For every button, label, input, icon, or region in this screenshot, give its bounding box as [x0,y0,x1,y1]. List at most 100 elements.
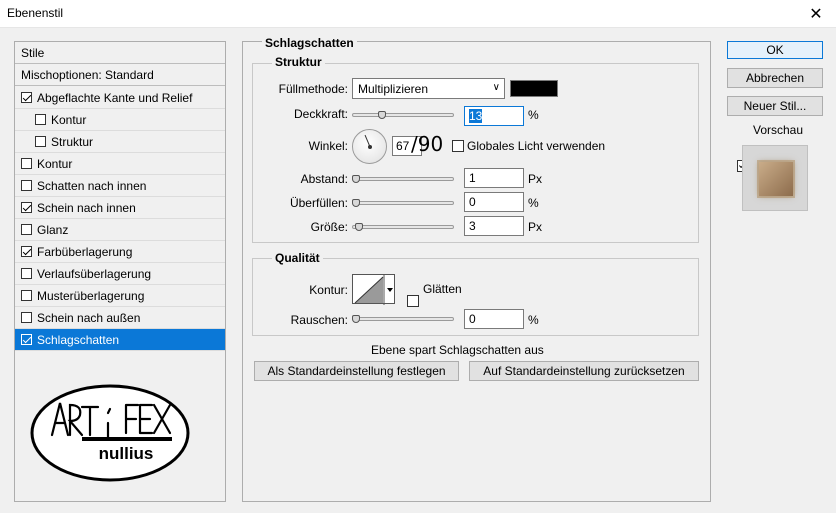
noise-unit: % [528,313,539,327]
sidebar-item-gradient-overlay[interactable]: Verlaufsüberlagerung [15,263,225,285]
sidebar-item-drop-shadow[interactable]: Schlagschatten [15,329,225,351]
sidebar-item-label: Kontur [51,112,87,127]
blend-mode-label: Füllmethode: [278,82,348,96]
new-style-button[interactable]: Neuer Stil... [727,96,823,116]
distance-label: Abstand: [300,172,348,186]
sidebar-item-label: Glanz [37,222,69,237]
angle-overlay-text: /90 [411,132,444,156]
styles-header-label: Stile [21,45,45,60]
size-slider-thumb[interactable] [355,223,363,231]
angle-value: 67 [396,139,410,153]
style-preview [742,145,808,211]
shadow-color-swatch[interactable] [510,80,558,97]
sidebar-item-label: Schein nach innen [37,200,136,215]
spread-slider-thumb[interactable] [352,199,360,207]
checkbox-contour-sub[interactable] [35,114,46,125]
noise-value: 0 [469,312,476,326]
artifex-logo: nullius [30,383,190,483]
sidebar-item-stroke[interactable]: Kontur [15,153,225,175]
checkbox-color-overlay[interactable] [21,246,32,257]
sidebar-item-inner-glow[interactable]: Schein nach innen [15,197,225,219]
antialias-checkbox[interactable] [407,295,419,307]
size-input[interactable]: 3 [464,216,524,236]
angle-label: Winkel: [308,139,348,153]
sidebar-item-label: Farbüberlagerung [37,244,133,259]
size-value: 3 [469,219,476,233]
sidebar-item-outer-glow[interactable]: Schein nach außen [15,307,225,329]
noise-slider-track[interactable] [352,317,454,321]
cancel-button[interactable]: Abbrechen [727,68,823,88]
quality-title: Qualität [272,251,323,265]
distance-input[interactable]: 1 [464,168,524,188]
close-icon[interactable]: ✕ [796,0,836,28]
checkbox-gradient-overlay[interactable] [21,268,32,279]
spread-unit: % [528,196,539,210]
opacity-slider-thumb[interactable] [378,111,386,119]
reset-default-button[interactable]: Auf Standardeinstellung zurücksetzen [469,361,699,381]
blend-mode-value: Multiplizieren [358,82,429,96]
angle-dial[interactable] [352,129,387,164]
distance-value: 1 [469,171,476,185]
sidebar-item-bevel-emboss[interactable]: Abgeflachte Kante und Relief [15,87,225,109]
sidebar-item-label: Verlaufsüberlagerung [37,266,152,281]
size-unit: Px [528,220,543,234]
checkbox-inner-shadow[interactable] [21,180,32,191]
checkbox-outer-glow[interactable] [21,312,32,323]
contour-curve-icon [354,275,393,305]
opacity-label: Deckkraft: [293,107,348,121]
checkbox-drop-shadow[interactable] [21,334,32,345]
checkbox-bevel-emboss[interactable] [21,92,32,103]
sidebar-item-label: Kontur [37,156,73,171]
blend-mode-select[interactable]: Multiplizieren ∨ [352,78,505,99]
distance-slider-track[interactable] [352,177,454,181]
contour-picker[interactable] [352,274,395,305]
sidebar-item-pattern-overlay[interactable]: Musterüberlagerung [15,285,225,307]
checkbox-stroke[interactable] [21,158,32,169]
styles-header[interactable]: Stile [15,42,225,64]
blend-options-item[interactable]: Mischoptionen: Standard [15,64,225,86]
spread-slider-track[interactable] [352,201,454,205]
svg-text:nullius: nullius [99,444,154,463]
sidebar-item-label: Schein nach außen [37,310,141,325]
opacity-input[interactable]: 13 [464,106,524,126]
antialias-label: Glätten [423,282,462,296]
sidebar-item-label: Abgeflachte Kante und Relief [37,90,193,105]
distance-unit: Px [528,172,543,186]
checkbox-texture-sub[interactable] [35,136,46,147]
knockout-label: Ebene spart Schlagschatten aus [371,343,544,357]
noise-input[interactable]: 0 [464,309,524,329]
sidebar-item-label: Struktur [51,134,94,149]
spread-input[interactable]: 0 [464,192,524,212]
structure-title: Struktur [272,55,325,69]
preview-label: Vorschau [753,123,804,137]
title-bar [0,0,836,28]
make-default-button[interactable]: Als Standardeinstellung festlegen [254,361,459,381]
spread-value: 0 [469,195,476,209]
opacity-value: 13 [469,109,483,123]
sidebar-item-inner-shadow[interactable]: Schatten nach innen [15,175,225,197]
spread-label: Überfüllen: [289,196,348,210]
size-label: Größe: [310,220,348,234]
distance-slider-thumb[interactable] [352,175,360,183]
ok-button[interactable]: OK [727,41,823,59]
opacity-unit: % [528,108,539,122]
sidebar-item-contour-sub[interactable]: Kontur [15,109,225,131]
size-slider-track[interactable] [352,225,454,229]
noise-slider-thumb[interactable] [352,315,360,323]
opacity-slider-track[interactable] [352,113,454,117]
angle-center [368,145,372,149]
window-title: Ebenenstil [7,6,64,20]
global-light-checkbox[interactable] [452,140,464,152]
panel-title: Schlagschatten [262,36,357,50]
checkbox-pattern-overlay[interactable] [21,290,32,301]
chevron-down-icon: ∨ [492,82,500,93]
sidebar-item-color-overlay[interactable]: Farbüberlagerung [15,241,225,263]
global-light-label: Globales Licht verwenden [467,139,606,153]
checkbox-inner-glow[interactable] [21,202,32,213]
style-preview-swatch [759,162,793,196]
sidebar-item-satin[interactable]: Glanz [15,219,225,241]
noise-label: Rauschen: [290,313,348,327]
sidebar-item-texture-sub[interactable]: Struktur [15,131,225,153]
checkbox-satin[interactable] [21,224,32,235]
contour-label: Kontur: [309,283,348,297]
